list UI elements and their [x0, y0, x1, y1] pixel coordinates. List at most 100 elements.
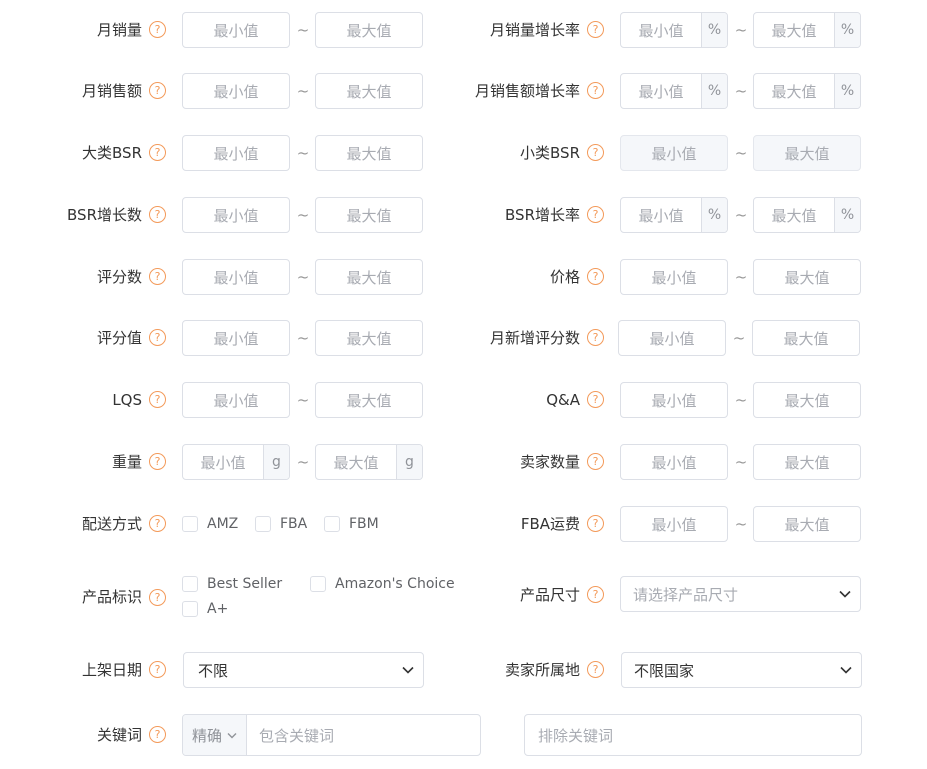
include-keyword-input[interactable]: 包含关键词	[247, 725, 334, 746]
range-separator: ~	[296, 82, 310, 100]
help-icon[interactable]: ?	[149, 21, 166, 38]
range-separator: ~	[296, 206, 310, 224]
monthly-sales-min-input[interactable]: 最小值	[182, 12, 290, 48]
chevron-down-icon	[830, 577, 860, 611]
help-icon[interactable]: ?	[587, 82, 604, 99]
label-listing-date: 上架日期	[81, 661, 142, 679]
monthly-new-ratings-max-input[interactable]: 最大值	[752, 320, 860, 356]
lqs-max-input[interactable]: 最大值	[315, 382, 423, 418]
help-icon[interactable]: ?	[587, 515, 604, 532]
exclude-keyword-input[interactable]: 排除关键词	[524, 714, 862, 756]
label-rating-value: 评分值	[96, 329, 142, 347]
label-monthly-revenue-growth: 月销售额增长率	[474, 82, 580, 100]
help-icon[interactable]: ?	[149, 661, 166, 678]
help-icon[interactable]: ?	[149, 82, 166, 99]
monthly-sales-growth-min-input[interactable]: 最小值 %	[620, 12, 728, 48]
help-icon[interactable]: ?	[587, 586, 604, 603]
help-icon[interactable]: ?	[587, 661, 604, 678]
help-icon[interactable]: ?	[587, 21, 604, 38]
label-fba-fee: FBA运费	[520, 515, 580, 533]
help-icon[interactable]: ?	[587, 453, 604, 470]
monthly-revenue-growth-min-input[interactable]: 最小值 %	[620, 73, 728, 109]
listing-date-select[interactable]: 不限	[183, 652, 424, 688]
range-separator: ~	[734, 391, 748, 409]
weight-max-input[interactable]: 最大值 g	[315, 444, 423, 480]
range-separator: ~	[296, 391, 310, 409]
bsr-growth-rate-min-input[interactable]: 最小值 %	[620, 197, 728, 233]
monthly-revenue-min-input[interactable]: 最小值	[182, 73, 290, 109]
range-separator: ~	[734, 453, 748, 471]
help-icon[interactable]: ?	[149, 726, 166, 743]
monthly-revenue-max-input[interactable]: 最大值	[315, 73, 423, 109]
label-main-bsr: 大类BSR	[82, 144, 142, 162]
monthly-revenue-growth-max-input[interactable]: 最大值 %	[753, 73, 861, 109]
label-monthly-sales-growth: 月销量增长率	[489, 21, 580, 39]
qa-min-input[interactable]: 最小值	[620, 382, 728, 418]
fba-fee-max-input[interactable]: 最大值	[753, 506, 861, 542]
help-icon[interactable]: ?	[149, 206, 166, 223]
monthly-sales-growth-max-input[interactable]: 最大值 %	[753, 12, 861, 48]
bsr-growth-count-min-input[interactable]: 最小值	[182, 197, 290, 233]
rating-count-max-input[interactable]: 最大值	[315, 259, 423, 295]
checkbox-label-amz: AMZ	[207, 516, 239, 532]
fba-fee-min-input[interactable]: 最小值	[620, 506, 728, 542]
percent-unit: %	[701, 74, 727, 108]
range-separator: ~	[734, 21, 748, 39]
price-min-input[interactable]: 最小值	[620, 259, 728, 295]
range-separator: ~	[734, 82, 748, 100]
seller-count-min-input[interactable]: 最小值	[620, 444, 728, 480]
seller-count-max-input[interactable]: 最大值	[753, 444, 861, 480]
range-separator: ~	[296, 21, 310, 39]
rating-count-min-input[interactable]: 最小值	[182, 259, 290, 295]
help-icon[interactable]: ?	[587, 206, 604, 223]
label-price: 价格	[549, 268, 580, 286]
label-keywords: 关键词	[96, 726, 142, 744]
checkbox-fbm[interactable]	[324, 516, 340, 532]
help-icon[interactable]: ?	[149, 391, 166, 408]
monthly-sales-max-input[interactable]: 最大值	[315, 12, 423, 48]
label-bsr-growth-rate: BSR增长率	[505, 206, 580, 224]
monthly-new-ratings-min-input[interactable]: 最小值	[618, 320, 726, 356]
checkbox-best-seller[interactable]	[182, 576, 198, 592]
main-bsr-min-input[interactable]: 最小值	[182, 135, 290, 171]
checkbox-a-plus[interactable]	[182, 601, 198, 617]
lqs-min-input[interactable]: 最小值	[182, 382, 290, 418]
checkbox-label-fbm: FBM	[349, 516, 379, 532]
chevron-down-icon	[227, 732, 237, 738]
product-size-select[interactable]: 请选择产品尺寸	[620, 576, 861, 612]
checkbox-fba[interactable]	[255, 516, 271, 532]
range-separator: ~	[296, 268, 310, 286]
help-icon[interactable]: ?	[587, 144, 604, 161]
checkbox-label-fba: FBA	[280, 516, 308, 532]
help-icon[interactable]: ?	[149, 329, 166, 346]
help-icon[interactable]: ?	[149, 268, 166, 285]
help-icon[interactable]: ?	[149, 515, 166, 532]
range-separator: ~	[296, 329, 310, 347]
help-icon[interactable]: ?	[149, 589, 166, 606]
help-icon[interactable]: ?	[587, 391, 604, 408]
sub-bsr-max-input: 最大值	[753, 135, 861, 171]
help-icon[interactable]: ?	[149, 144, 166, 161]
label-seller-count: 卖家数量	[519, 453, 580, 471]
weight-min-input[interactable]: 最小值 g	[182, 444, 290, 480]
help-icon[interactable]: ?	[587, 329, 604, 346]
qa-max-input[interactable]: 最大值	[753, 382, 861, 418]
price-max-input[interactable]: 最大值	[753, 259, 861, 295]
label-weight: 重量	[111, 453, 142, 471]
match-mode-select[interactable]: 精确	[183, 715, 247, 755]
help-icon[interactable]: ?	[149, 453, 166, 470]
label-qa: Q&A	[546, 391, 580, 409]
main-bsr-max-input[interactable]: 最大值	[315, 135, 423, 171]
label-product-badge: 产品标识	[81, 588, 142, 606]
percent-unit: %	[834, 74, 860, 108]
checkbox-amz[interactable]	[182, 516, 198, 532]
checkbox-amazons-choice[interactable]	[310, 576, 326, 592]
range-separator: ~	[296, 453, 310, 471]
range-separator: ~	[732, 329, 746, 347]
help-icon[interactable]: ?	[587, 268, 604, 285]
bsr-growth-rate-max-input[interactable]: 最大值 %	[753, 197, 861, 233]
rating-value-max-input[interactable]: 最大值	[315, 320, 423, 356]
rating-value-min-input[interactable]: 最小值	[182, 320, 290, 356]
seller-location-select[interactable]: 不限国家	[621, 652, 862, 688]
bsr-growth-count-max-input[interactable]: 最大值	[315, 197, 423, 233]
